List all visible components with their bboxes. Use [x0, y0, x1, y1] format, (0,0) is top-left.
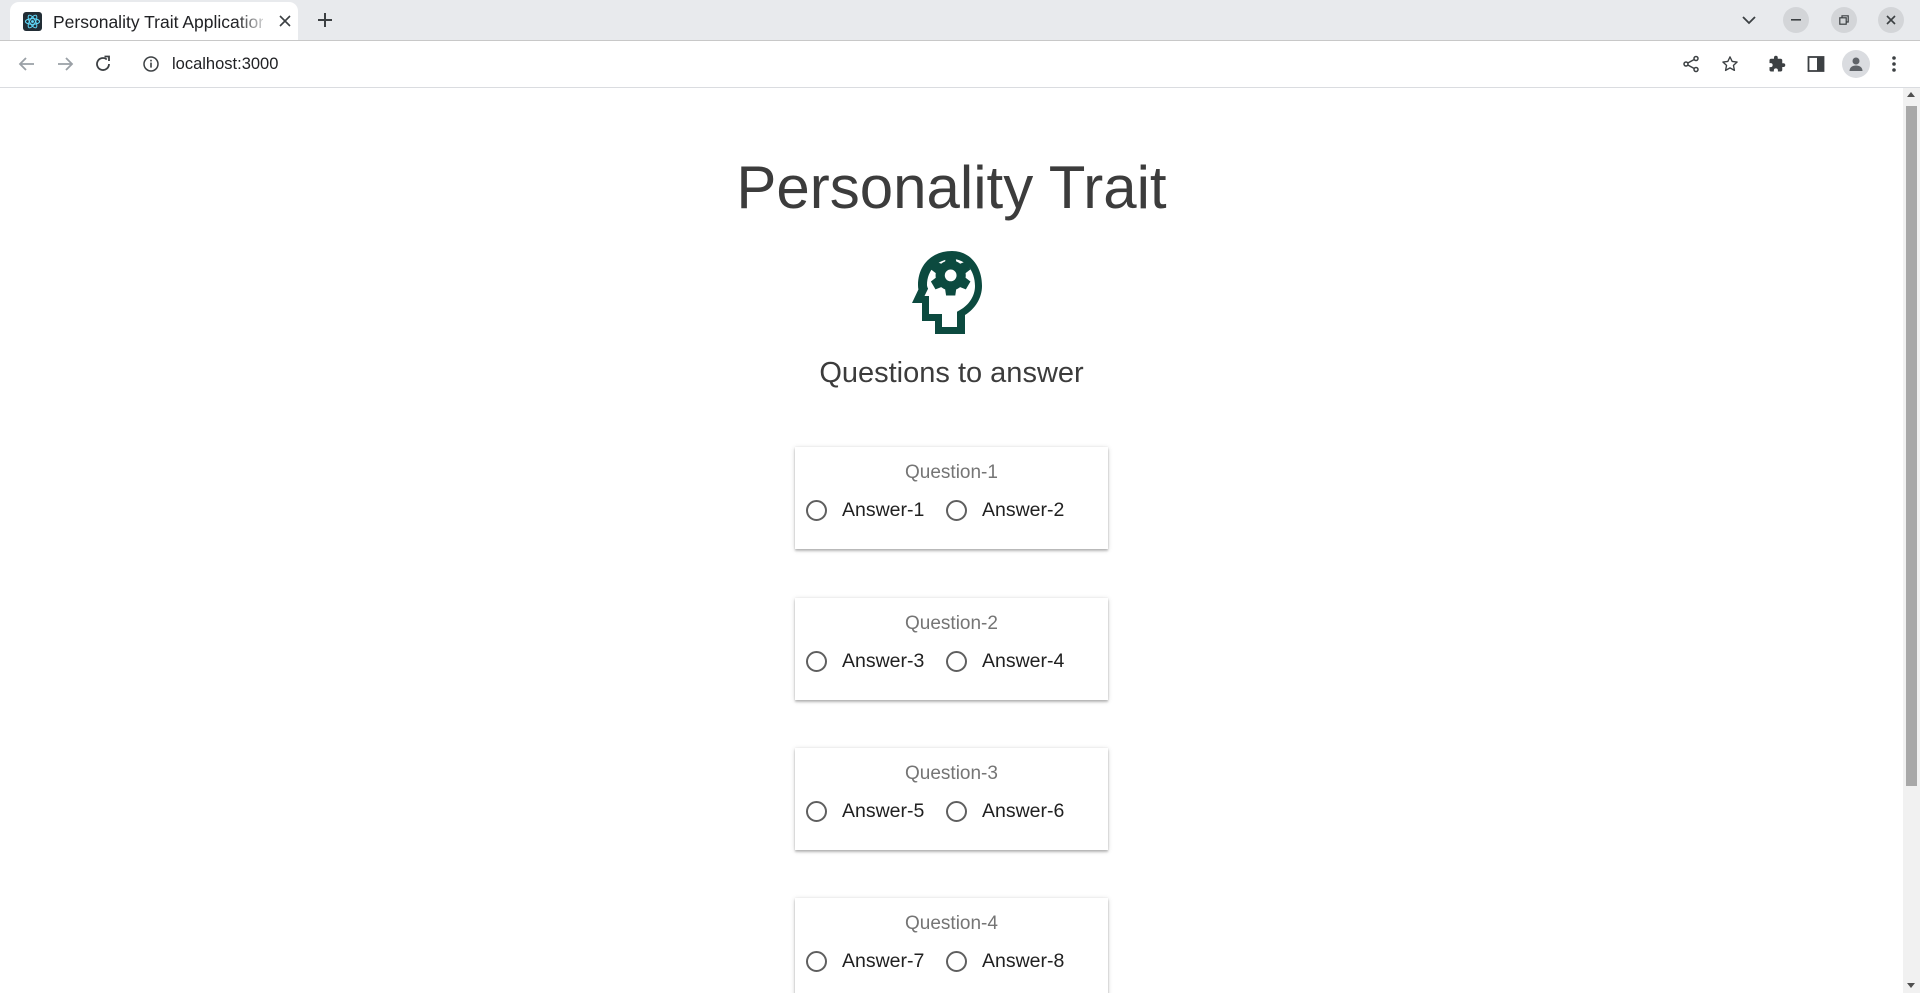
answer-option[interactable]: Answer-1 [806, 497, 924, 523]
browser-tab-strip: Personality Trait Application [0, 0, 1920, 41]
radio-button[interactable] [806, 499, 827, 521]
answer-option[interactable]: Answer-2 [946, 497, 1064, 523]
answer-option[interactable]: Answer-6 [946, 798, 1064, 824]
new-tab-plus-icon[interactable] [312, 7, 338, 33]
radio-button[interactable] [946, 800, 967, 822]
question-card-2: Question-2 Answer-3 Answer-4 [795, 598, 1108, 700]
side-panel-icon[interactable] [1801, 49, 1831, 79]
answer-label[interactable]: Answer-7 [842, 950, 924, 973]
answer-label[interactable]: Answer-2 [982, 499, 1064, 522]
tab-search-chevron-icon[interactable] [1736, 7, 1762, 33]
answer-option[interactable]: Answer-3 [806, 648, 924, 674]
question-card-1: Question-1 Answer-1 Answer-2 [795, 447, 1108, 549]
question-card-4: Question-4 Answer-7 Answer-8 [795, 898, 1108, 993]
radio-button[interactable] [946, 499, 967, 521]
minimize-window-icon[interactable] [1783, 7, 1809, 33]
close-window-icon[interactable] [1878, 7, 1904, 33]
tab-close-icon[interactable] [274, 10, 296, 32]
tab-title: Personality Trait Application [53, 12, 263, 32]
question-label: Question-1 [905, 462, 998, 483]
share-icon[interactable] [1676, 49, 1706, 79]
radio-button[interactable] [806, 950, 827, 972]
page-viewport: Personality Trait Questions to answer Qu… [0, 88, 1903, 993]
react-favicon-icon [23, 12, 42, 31]
back-arrow-icon[interactable] [12, 49, 42, 79]
answer-label[interactable]: Answer-6 [982, 800, 1064, 823]
browser-toolbar: localhost:3000 [0, 41, 1920, 88]
answer-option[interactable]: Answer-5 [806, 798, 924, 824]
scrollbar-thumb[interactable] [1906, 106, 1917, 786]
radio-button[interactable] [806, 650, 827, 672]
reload-icon[interactable] [88, 49, 118, 79]
radio-button[interactable] [946, 950, 967, 972]
answer-label[interactable]: Answer-1 [842, 499, 924, 522]
scroll-down-arrow-icon[interactable] [1907, 983, 1915, 988]
url-text[interactable]: localhost:3000 [172, 55, 278, 74]
answer-label[interactable]: Answer-4 [982, 650, 1064, 673]
forward-arrow-icon[interactable] [50, 49, 80, 79]
question-card-3: Question-3 Answer-5 Answer-6 [795, 748, 1108, 850]
scroll-up-arrow-icon[interactable] [1907, 92, 1915, 97]
address-bar[interactable]: localhost:3000 [132, 46, 1737, 82]
answer-label[interactable]: Answer-3 [842, 650, 924, 673]
section-subtitle: Questions to answer [819, 357, 1084, 389]
answer-option[interactable]: Answer-4 [946, 648, 1064, 674]
bookmark-star-icon[interactable] [1715, 49, 1745, 79]
psychology-head-gear-icon [911, 248, 991, 338]
profile-avatar-icon[interactable] [1842, 50, 1870, 78]
question-label: Question-2 [905, 613, 998, 634]
kebab-menu-icon[interactable] [1879, 49, 1909, 79]
answer-label[interactable]: Answer-8 [982, 950, 1064, 973]
page-scrollbar[interactable] [1903, 88, 1920, 993]
browser-tab[interactable]: Personality Trait Application [10, 2, 298, 40]
answer-label[interactable]: Answer-5 [842, 800, 924, 823]
question-label: Question-4 [905, 913, 998, 934]
question-label: Question-3 [905, 763, 998, 784]
radio-button[interactable] [806, 800, 827, 822]
page-title: Personality Trait [736, 154, 1167, 221]
answer-option[interactable]: Answer-8 [946, 948, 1064, 974]
site-info-icon[interactable] [142, 55, 160, 73]
answer-option[interactable]: Answer-7 [806, 948, 924, 974]
extensions-puzzle-icon[interactable] [1762, 49, 1792, 79]
tab-title-fade [236, 8, 270, 36]
radio-button[interactable] [946, 650, 967, 672]
restore-window-icon[interactable] [1831, 7, 1857, 33]
